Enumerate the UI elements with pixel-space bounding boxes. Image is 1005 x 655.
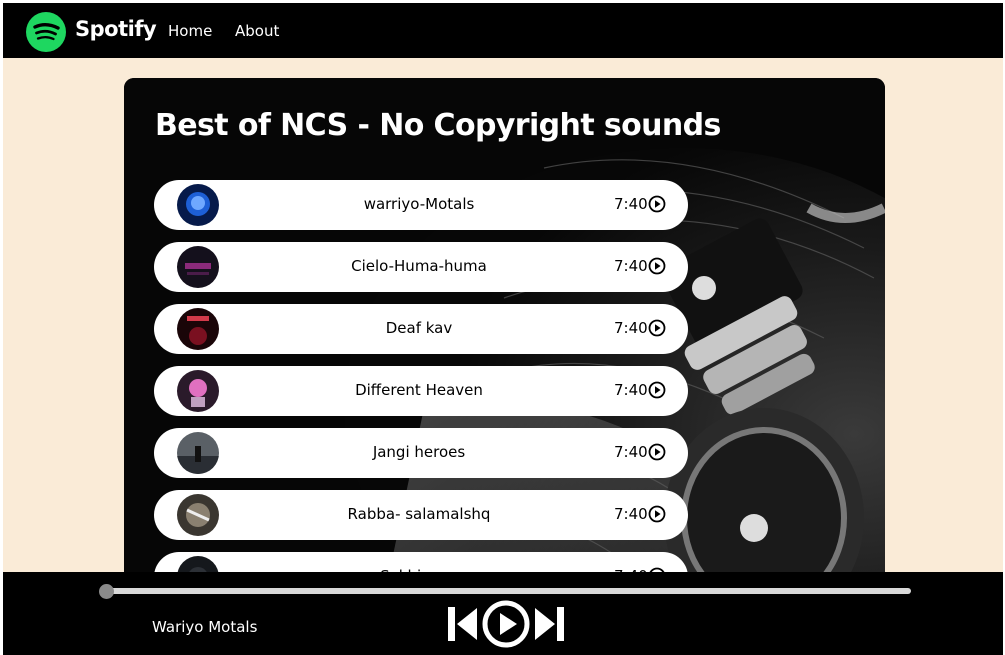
play-circle-icon[interactable]	[648, 257, 666, 275]
play-circle-icon[interactable]	[648, 443, 666, 461]
song-duration: 7:40	[614, 319, 648, 337]
song-duration: 7:40	[614, 505, 648, 523]
song-list: warriyo-Motals 7:40 Cielo-Huma-huma 7:40…	[154, 180, 688, 598]
pink-figure-cover-image	[177, 370, 219, 412]
song-item[interactable]: warriyo-Motals 7:40	[154, 180, 688, 230]
progress-thumb[interactable]	[99, 584, 114, 599]
song-name: Cielo-Huma-huma	[351, 257, 487, 275]
grey-figure-cover-image	[177, 432, 219, 474]
song-item[interactable]: Jangi heroes 7:40	[154, 428, 688, 478]
dark-neon-cover-image	[177, 246, 219, 288]
play-circle-icon[interactable]	[648, 381, 666, 399]
playback-controls	[446, 599, 564, 649]
song-name: warriyo-Motals	[363, 195, 475, 213]
play-circle-icon[interactable]	[648, 505, 666, 523]
next-icon[interactable]	[532, 605, 566, 643]
play-icon[interactable]	[482, 599, 530, 649]
top-nav: Spotify Home About	[3, 3, 1003, 58]
nav-about-link[interactable]: About	[235, 22, 279, 40]
safety-dance-cover-image	[177, 494, 219, 536]
bottom-player-bar: Wariyo Motals	[3, 572, 1003, 655]
nav-home-link[interactable]: Home	[168, 22, 212, 40]
song-item[interactable]: Cielo-Huma-huma 7:40	[154, 242, 688, 292]
song-name: Rabba- salamalshq	[347, 505, 491, 523]
spotify-logo-icon[interactable]	[26, 12, 66, 52]
song-list-panel: Best of NCS - No Copyright sounds warriy…	[124, 78, 885, 598]
play-circle-icon[interactable]	[648, 319, 666, 337]
song-duration: 7:40	[614, 443, 648, 461]
previous-icon[interactable]	[446, 605, 480, 643]
song-name: Jangi heroes	[372, 443, 466, 461]
play-circle-icon[interactable]	[648, 195, 666, 213]
song-item[interactable]: Deaf kav 7:40	[154, 304, 688, 354]
page-title: Best of NCS - No Copyright sounds	[155, 108, 721, 143]
page: Spotify Home About Best of NCS - No Copy…	[3, 3, 1003, 655]
song-duration: 7:40	[614, 195, 648, 213]
brand-name: Spotify	[75, 17, 157, 41]
song-duration: 7:40	[614, 257, 648, 275]
song-name: Different Heaven	[355, 381, 483, 399]
they-mad-cover-image	[177, 308, 219, 350]
now-playing-title: Wariyo Motals	[152, 618, 258, 636]
blue-face-cover-image	[177, 184, 219, 226]
song-item[interactable]: Rabba- salamalshq 7:40	[154, 490, 688, 540]
progress-bar[interactable]	[103, 588, 911, 594]
song-duration: 7:40	[614, 381, 648, 399]
song-name: Deaf kav	[385, 319, 453, 337]
song-item[interactable]: Different Heaven 7:40	[154, 366, 688, 416]
